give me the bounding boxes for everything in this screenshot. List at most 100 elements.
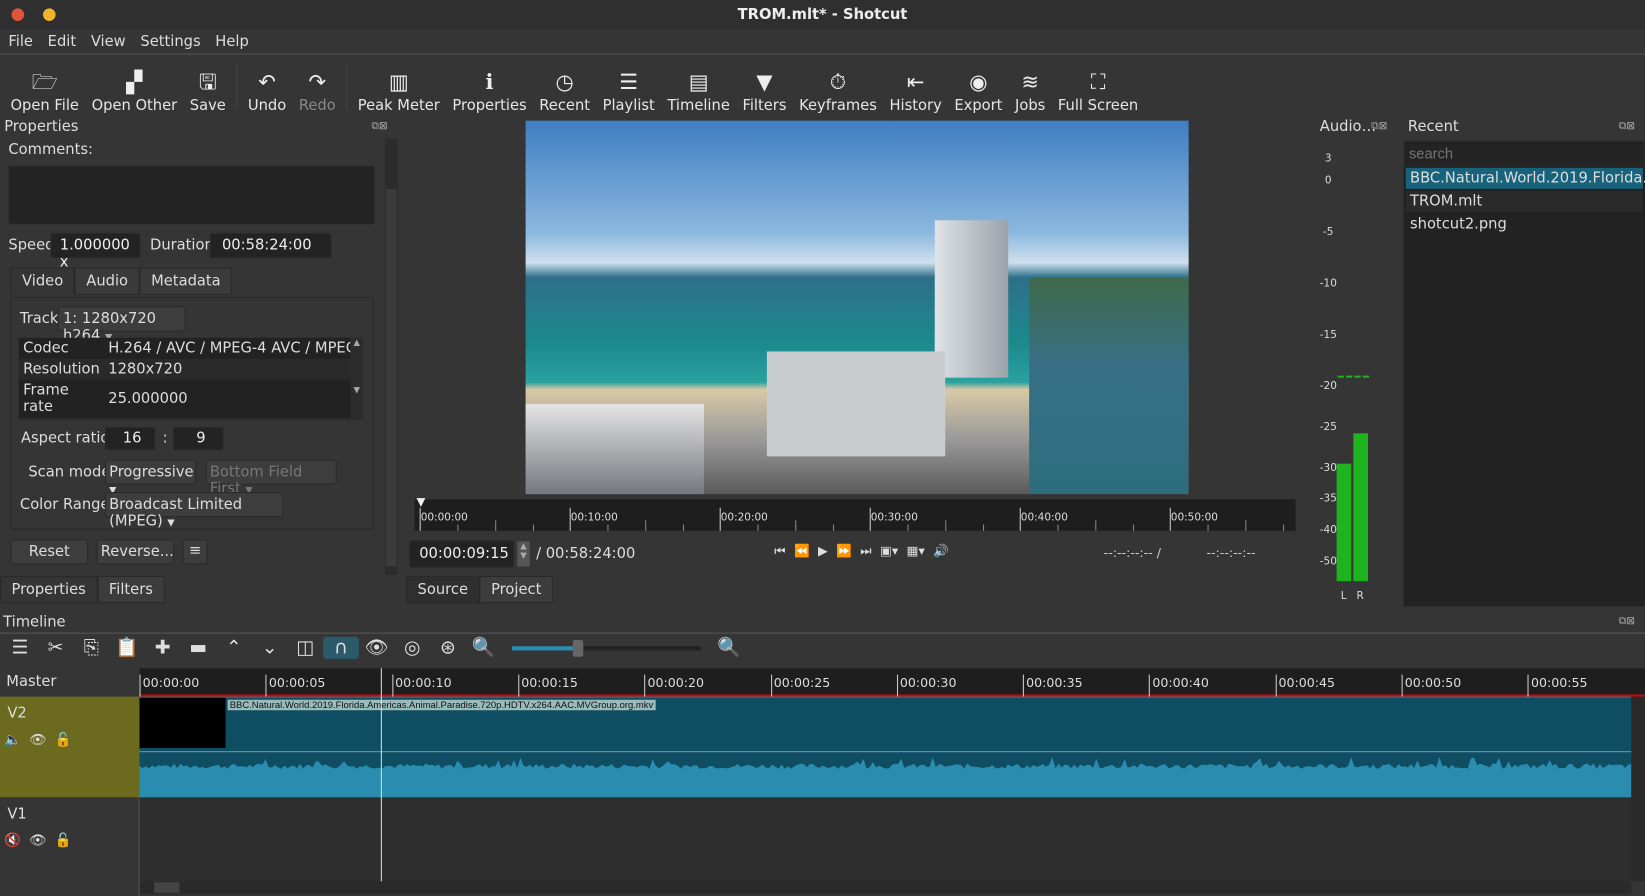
video-preview[interactable] <box>525 120 1189 495</box>
paste-icon[interactable]: 📋 <box>109 637 145 659</box>
zoom-slider[interactable] <box>511 639 701 657</box>
track-dropdown[interactable]: 1: 1280x720 h264 ▼ <box>57 306 186 344</box>
track-header-v2[interactable]: V2 🔈 👁 🔓 <box>0 696 140 798</box>
timeline-v-scrollbar[interactable] <box>1631 696 1645 882</box>
zoom-toggle-icon[interactable]: ▣▾ <box>880 543 898 559</box>
aspect-width-field[interactable]: 16 <box>104 426 156 451</box>
toolbar-open-other-button[interactable]: ▞ Open Other <box>85 66 183 114</box>
tab-source[interactable]: Source <box>406 575 480 604</box>
float-close-icons[interactable]: ⧉⊠ <box>371 121 387 133</box>
audio-meter-panel: Audio… ⧉⊠ 3 0 -5 -10 -15 -20 -25 -30 -35 -40 -50 L… <box>1311 117 1401 606</box>
menu-view[interactable]: View <box>91 33 126 50</box>
position-spinner[interactable]: ▲ ▼ <box>517 541 530 567</box>
tab-video[interactable]: Video <box>10 267 75 295</box>
remove-icon[interactable]: ▬ <box>180 637 216 659</box>
duration-label: Duration <box>150 237 214 254</box>
menu-settings[interactable]: Settings <box>140 33 200 50</box>
menu-help[interactable]: Help <box>215 33 248 50</box>
toolbar-timeline-button[interactable]: ▤ Timeline <box>661 66 736 114</box>
info-scrollbar[interactable]: ▲ ▼ <box>350 337 363 420</box>
position-timecode-field[interactable]: 00:00:09:15 <box>409 540 515 568</box>
recent-item[interactable]: BBC.Natural.World.2019.Florida.Am… <box>1405 167 1645 189</box>
ripple-all-icon[interactable]: ⊛ <box>430 637 466 659</box>
field-order-dropdown[interactable]: Bottom Field First ▼ <box>205 459 337 497</box>
scan-mode-dropdown[interactable]: Progressive ▼ <box>104 459 197 496</box>
timeline-playhead[interactable] <box>380 668 382 882</box>
timeline-ruler[interactable]: 00:00:00 00:00:05 00:00:10 00:00:15 00:00:20… <box>139 668 1645 697</box>
float-close-icons[interactable]: ⧉⊠ <box>1619 616 1635 628</box>
playhead-marker[interactable]: ▼ <box>416 495 425 509</box>
rewind-icon[interactable]: ⏪ <box>794 543 810 559</box>
skip-to-end-icon[interactable]: ⏭ <box>860 543 871 559</box>
play-icon[interactable]: ▶ <box>818 543 828 559</box>
toolbar-peak-meter-button[interactable]: ▥ Peak Meter <box>351 66 446 114</box>
menu-edit[interactable]: Edit <box>48 33 76 50</box>
track-header-v1[interactable]: V1 🔇 👁 🔓 <box>0 797 140 896</box>
reset-button[interactable]: Reset <box>10 539 89 565</box>
duration-field[interactable]: 00:58:24:00 <box>209 232 332 259</box>
ruler-minor-tick <box>907 524 909 531</box>
ripple-icon[interactable]: ◎ <box>394 637 430 659</box>
tab-properties[interactable]: Properties <box>0 575 98 604</box>
recent-search-input[interactable] <box>1403 140 1645 166</box>
eye-icon[interactable]: 👁 <box>29 732 46 748</box>
mute-icon[interactable]: 🔇 <box>4 833 21 849</box>
eye-icon[interactable]: 👁 <box>29 833 46 849</box>
lock-icon[interactable]: 🔓 <box>55 732 72 748</box>
menu-file[interactable]: File <box>8 33 33 50</box>
recent-item[interactable]: TROM.mlt <box>1405 190 1643 212</box>
skip-to-start-icon[interactable]: ⏮ <box>774 543 785 559</box>
lock-icon[interactable]: 🔓 <box>55 833 72 849</box>
scrub-icon[interactable]: 👁 <box>359 637 395 659</box>
toolbar-filters-button[interactable]: ▼ Filters <box>736 66 793 114</box>
cut-icon[interactable]: ✂ <box>38 637 74 659</box>
comments-field[interactable] <box>8 165 375 225</box>
chevron-down-icon: ▼ <box>167 518 175 529</box>
float-close-icons[interactable]: ⧉⊠ <box>1371 121 1387 133</box>
lift-icon[interactable]: ⌃ <box>216 637 252 659</box>
append-icon[interactable]: ✚ <box>145 637 181 659</box>
toolbar-undo-button[interactable]: ↶ Undo <box>242 66 293 114</box>
volume-icon[interactable]: 🔊 <box>933 543 949 559</box>
float-close-icons[interactable]: ⧉⊠ <box>1619 121 1635 133</box>
zoom-out-icon[interactable]: 🔍 <box>466 637 502 659</box>
toolbar-history-button[interactable]: ⇤ History <box>883 66 948 114</box>
toolbar-redo-button[interactable]: ↷ Redo <box>293 66 342 114</box>
toolbar-properties-button[interactable]: ℹ Properties <box>446 66 533 114</box>
tab-metadata[interactable]: Metadata <box>139 267 233 295</box>
reverse-button[interactable]: Reverse... <box>96 539 175 565</box>
tab-audio[interactable]: Audio <box>74 267 140 295</box>
zoom-slider-fill <box>511 645 579 650</box>
toolbar-full-screen-button[interactable]: ⛶ Full Screen <box>1052 66 1145 114</box>
aspect-height-field[interactable]: 9 <box>173 426 224 451</box>
toolbar-open-file-button[interactable]: 🗁 Open File <box>4 66 85 114</box>
toolbar-export-button[interactable]: ◉ Export <box>948 66 1009 114</box>
toolbar-keyframes-button[interactable]: ⏱ Keyframes <box>793 66 883 114</box>
speed-field[interactable]: 1.000000 x <box>50 232 141 271</box>
channel-right-label: R <box>1356 590 1364 603</box>
copy-icon[interactable]: ⎘ <box>73 637 109 659</box>
timeline-clip[interactable]: BBC.Natural.World.2019.Florida.Americas.… <box>139 696 1632 799</box>
player-ruler[interactable]: ▼ 00:00:00 00:10:00 00:20:00 00:30:00 00:40:… <box>414 495 1296 531</box>
color-range-dropdown[interactable]: Broadcast Limited (MPEG) ▼ <box>104 492 284 530</box>
toolbar-recent-button[interactable]: ◷ Recent <box>533 66 596 114</box>
toolbar-save-button[interactable]: 🖫 Save <box>183 66 232 114</box>
toolbar-jobs-button[interactable]: ≋ Jobs <box>1009 66 1052 114</box>
recent-item[interactable]: shotcut2.png <box>1406 214 1643 235</box>
tab-filters[interactable]: Filters <box>97 575 165 604</box>
tab-project[interactable]: Project <box>479 575 553 604</box>
properties-scrollbar[interactable] <box>385 138 398 575</box>
overwrite-icon[interactable]: ⌄ <box>252 637 288 659</box>
meter-scale-label: -30 <box>1319 462 1337 475</box>
mute-icon[interactable]: 🔈 <box>4 732 21 748</box>
snap-magnet-icon[interactable]: ∩ <box>323 636 359 659</box>
menu-icon[interactable]: ≡ <box>182 539 208 565</box>
fast-forward-icon[interactable]: ⏩ <box>836 543 852 559</box>
timeline-h-scrollbar[interactable] <box>139 881 1632 894</box>
split-icon[interactable]: ◫ <box>287 637 323 659</box>
zoom-in-icon[interactable]: 🔍 <box>711 637 747 659</box>
grid-icon[interactable]: ▦▾ <box>907 543 925 559</box>
zoom-slider-handle[interactable] <box>572 639 584 657</box>
toolbar-playlist-button[interactable]: ☰ Playlist <box>596 66 661 114</box>
menu-icon[interactable]: ☰ <box>2 637 38 659</box>
